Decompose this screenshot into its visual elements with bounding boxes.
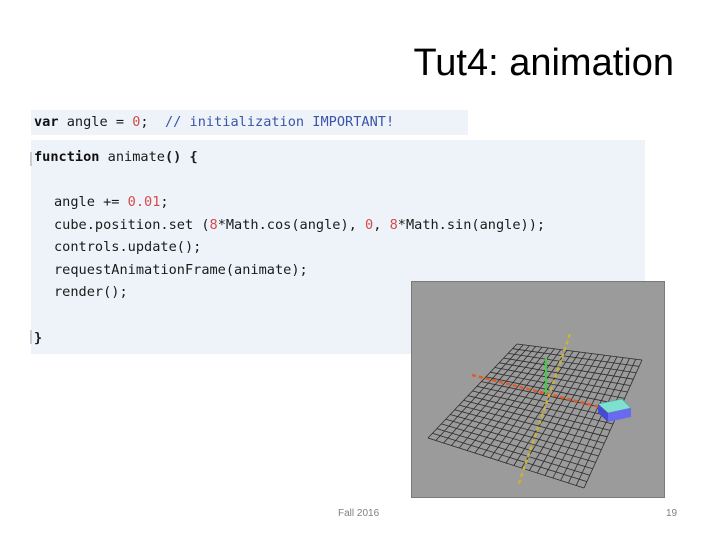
code-fn-name: animate [99, 149, 165, 165]
cube [597, 398, 632, 422]
code-number: 0.01 [127, 194, 161, 210]
scene-render [427, 333, 643, 489]
axis-x-line [471, 373, 609, 411]
code-text: ; [160, 194, 169, 210]
code-keyword: var [34, 114, 59, 130]
code-text: requestAnimationFrame(animate); [54, 261, 308, 278]
code-line-var: var angle = 0; // initialization IMPORTA… [34, 111, 394, 134]
code-text: render(); [54, 284, 128, 301]
footer-course: Fall 2016 [338, 508, 380, 519]
gutter-mark [30, 152, 32, 166]
code-text: angle = [58, 114, 133, 130]
gutter-mark [30, 330, 32, 344]
code-number: 8 [389, 216, 398, 233]
code-number: 0 [365, 216, 374, 233]
code-function-block: function animate() { [34, 146, 198, 169]
code-text: angle += [54, 194, 128, 210]
code-text: ; [140, 114, 165, 130]
threejs-viewport[interactable] [411, 281, 665, 498]
code-text: cube.position.set ( [54, 216, 210, 233]
code-number: 8 [209, 216, 218, 233]
code-text: controls.update(); [54, 239, 202, 256]
code-comment: // initialization IMPORTANT! [164, 114, 395, 130]
code-text: , [373, 216, 390, 233]
code-keyword: function [34, 149, 100, 165]
code-text: *Math.sin(angle)); [397, 216, 546, 233]
code-text: } [34, 330, 43, 346]
slide-title: Tut4: animation [413, 42, 674, 84]
code-text: () { [164, 149, 198, 165]
code-close-brace: } [34, 327, 42, 350]
code-text: *Math.cos(angle), [217, 216, 366, 233]
page-number: 19 [666, 508, 678, 519]
